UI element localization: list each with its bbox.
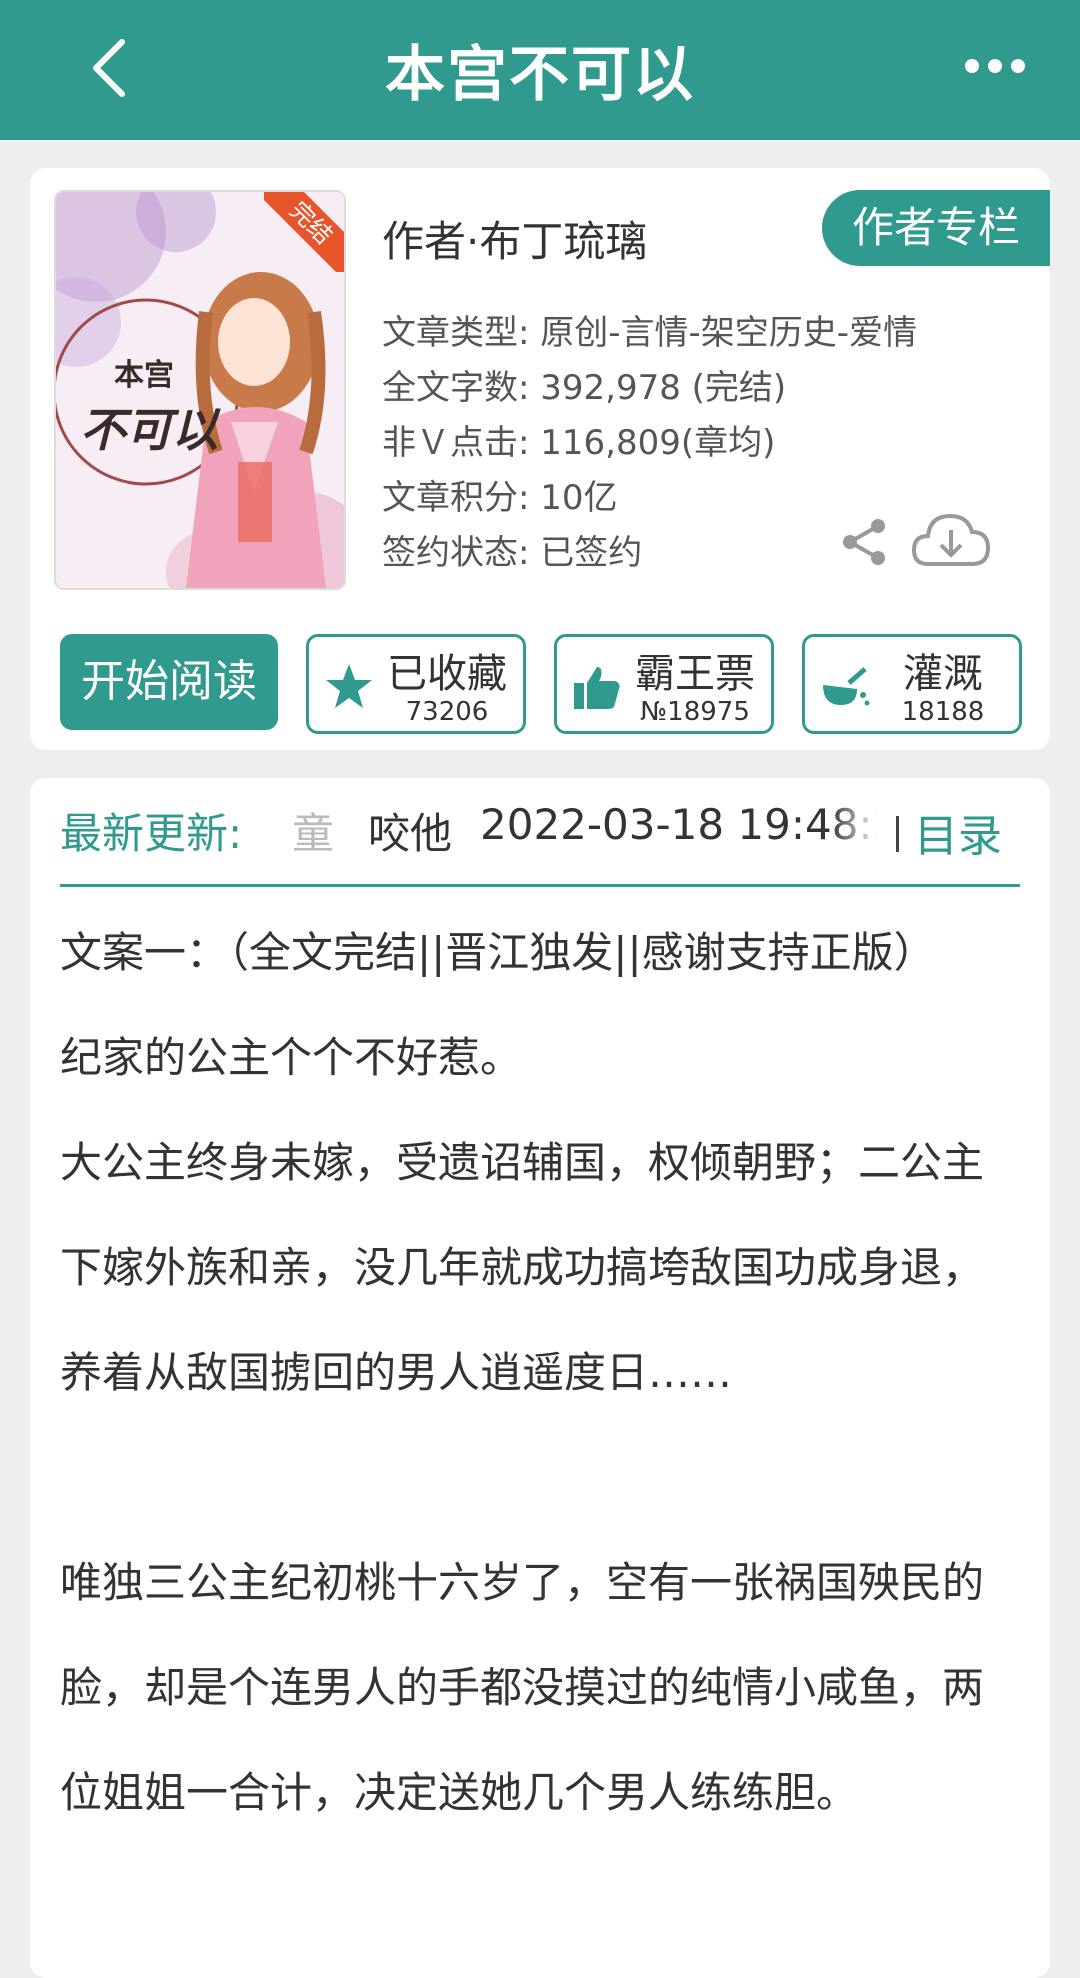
star-icon bbox=[326, 664, 372, 708]
latest-update-chapter[interactable]: 咬他 bbox=[368, 800, 452, 861]
latest-update-label: 最新更新: bbox=[60, 809, 243, 858]
bawang-label: 霸王票 bbox=[635, 651, 755, 697]
meta-word-count: 全文字数: 392,978 (完结) bbox=[382, 368, 787, 408]
table-of-contents-button[interactable]: 目录 bbox=[914, 800, 1002, 864]
start-reading-button[interactable]: 开始阅读 bbox=[60, 634, 278, 730]
cover-title-line1: 本宫 bbox=[114, 358, 174, 393]
completed-badge: 完结 bbox=[264, 192, 344, 272]
nutrient-button[interactable]: 灌溉 18188 bbox=[802, 634, 1022, 734]
latest-update-chapter-cut: 童 bbox=[292, 809, 335, 858]
bawang-ticket-button[interactable]: 霸王票 №18975 bbox=[554, 634, 774, 734]
marquee-divider bbox=[896, 816, 899, 852]
synopsis-paragraph: 唯独三公主纪初桃十六岁了，空有一张祸国殃民的脸，却是个连男人的手都没摸过的纯情小… bbox=[60, 1558, 985, 1817]
latest-update-row[interactable]: 最新更新: 童 咬他 2022-03-18 19:48:3 目录 bbox=[60, 778, 1020, 887]
more-button[interactable] bbox=[960, 46, 1030, 86]
synopsis-paragraph: 纪家的公主个个不好惹。 bbox=[60, 1033, 523, 1082]
synopsis-card: 最新更新: 童 咬他 2022-03-18 19:48:3 目录 文案一：（全文… bbox=[30, 778, 1050, 1978]
more-dots-icon bbox=[965, 59, 1025, 73]
share-icon bbox=[843, 519, 885, 565]
cover-title-line2: 不可以 bbox=[80, 403, 218, 457]
book-meta: 文章类型: 原创-言情-架空历史-爱情 全文字数: 392,978 (完结) 非… bbox=[382, 306, 917, 581]
bawang-count: №18975 bbox=[640, 697, 750, 727]
synopsis-paragraph: 大公主终身未嫁，受遗诏辅国，权倾朝野；二公主下嫁外族和亲，没几年就成功搞垮敌国功… bbox=[60, 1138, 985, 1397]
meta-score: 文章积分: 10亿 bbox=[382, 478, 618, 518]
synopsis-spacer bbox=[60, 1425, 1025, 1530]
favorite-count: 73206 bbox=[405, 697, 489, 727]
favorite-button[interactable]: 已收藏 73206 bbox=[306, 634, 526, 734]
meta-genre: 文章类型: 原创-言情-架空历史-爱情 bbox=[382, 313, 918, 353]
marquee-fade bbox=[830, 788, 900, 874]
meta-clicks: 非Ｖ点击: 116,809(章均) bbox=[382, 423, 776, 463]
top-bar: 本宫不可以 bbox=[0, 0, 1080, 140]
nutrient-count: 18188 bbox=[901, 697, 985, 727]
watering-bottle-icon bbox=[823, 667, 870, 706]
cloud-download-icon bbox=[911, 513, 991, 566]
nutrient-label: 灌溉 bbox=[903, 651, 983, 697]
page-title: 本宫不可以 bbox=[385, 40, 695, 110]
author-column-button[interactable]: 作者专栏 bbox=[822, 190, 1050, 266]
favorite-label: 已收藏 bbox=[387, 651, 507, 697]
meta-contract: 签约状态: 已签约 bbox=[382, 533, 643, 573]
author-name[interactable]: 作者·布丁琉璃 bbox=[382, 208, 647, 269]
download-button[interactable] bbox=[910, 508, 992, 570]
completed-badge-label: 完结 bbox=[264, 192, 344, 272]
synopsis-paragraph: 文案一：（全文完结||晋江独发||感谢支持正版） bbox=[60, 928, 936, 977]
synopsis-text: 文案一：（全文完结||晋江独发||感谢支持正版） 纪家的公主个个不好惹。 大公主… bbox=[60, 900, 1025, 1845]
share-button[interactable] bbox=[838, 516, 890, 568]
thumbs-up-icon bbox=[574, 667, 620, 709]
book-cover[interactable]: 本宫 不可以 完结 bbox=[54, 190, 346, 590]
book-info-card: 本宫 不可以 完结 作者·布丁琉璃 作者专栏 文章类型: 原创-言情-架空历史-… bbox=[30, 168, 1050, 750]
